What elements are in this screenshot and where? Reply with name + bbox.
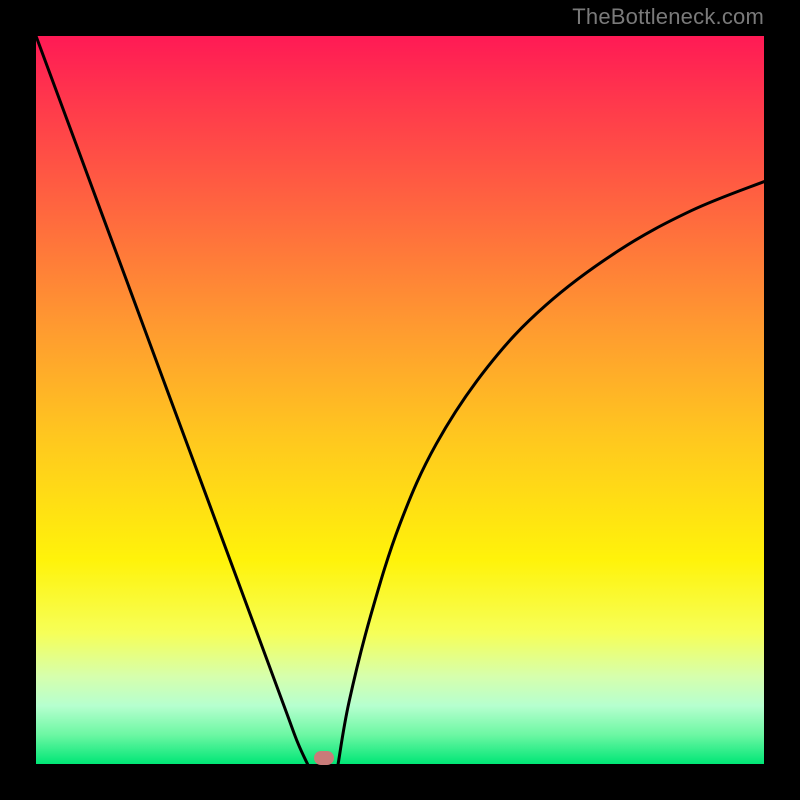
watermark-text: TheBottleneck.com	[572, 4, 764, 30]
curve-left-branch	[36, 36, 308, 764]
curve-right-branch	[338, 182, 764, 764]
chart-frame: TheBottleneck.com	[0, 0, 800, 800]
plot-area	[36, 36, 764, 764]
curve-svg	[36, 36, 764, 764]
minimum-marker	[314, 751, 334, 765]
